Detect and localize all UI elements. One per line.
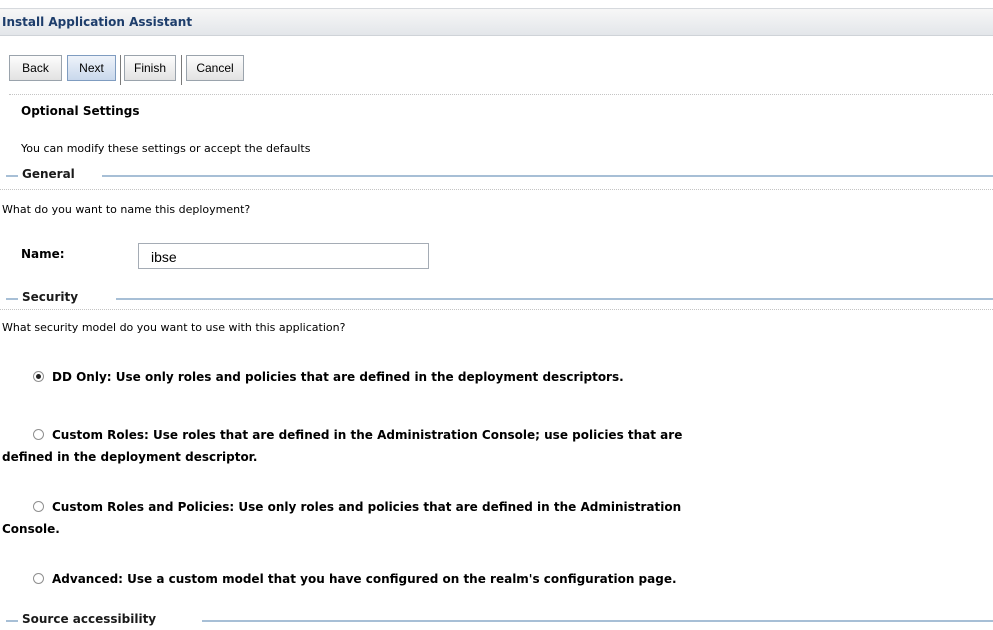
toolbar-separator [181,55,182,85]
finish-button[interactable]: Finish [124,55,176,81]
radio-button-icon[interactable] [33,573,44,584]
source-accessibility-section-header: Source accessibility [6,612,993,626]
toolbar-separator [120,55,121,85]
radio-button-icon[interactable] [33,371,44,382]
deployment-name-input[interactable] [138,243,429,269]
radio-button-icon[interactable] [33,429,44,440]
name-label: Name: [21,247,65,261]
security-option-custom-roles[interactable]: Custom Roles: Use roles that are defined… [2,424,682,468]
assistant-title-bar: Install Application Assistant [0,8,993,36]
cancel-button[interactable]: Cancel [186,55,244,81]
divider [0,189,993,190]
divider [0,309,993,310]
page-description: You can modify these settings or accept … [21,142,311,155]
security-section-header: Security [6,290,993,304]
divider [9,94,993,95]
back-button[interactable]: Back [9,55,62,81]
page-title: Optional Settings [21,104,140,118]
security-question: What security model do you want to use w… [2,321,346,334]
general-section-header: General [6,167,993,181]
security-legend: Security [22,290,84,304]
security-option-advanced[interactable]: Advanced: Use a custom model that you ha… [2,568,677,590]
security-option-dd-only[interactable]: DD Only: Use only roles and policies tha… [2,366,624,388]
next-button[interactable]: Next [67,55,116,81]
assistant-title: Install Application Assistant [2,15,193,29]
source-accessibility-legend: Source accessibility [22,612,162,626]
general-legend: General [22,167,80,181]
radio-button-icon[interactable] [33,501,44,512]
general-question: What do you want to name this deployment… [2,203,251,216]
security-option-custom-roles-policies[interactable]: Custom Roles and Policies: Use only role… [2,496,681,540]
